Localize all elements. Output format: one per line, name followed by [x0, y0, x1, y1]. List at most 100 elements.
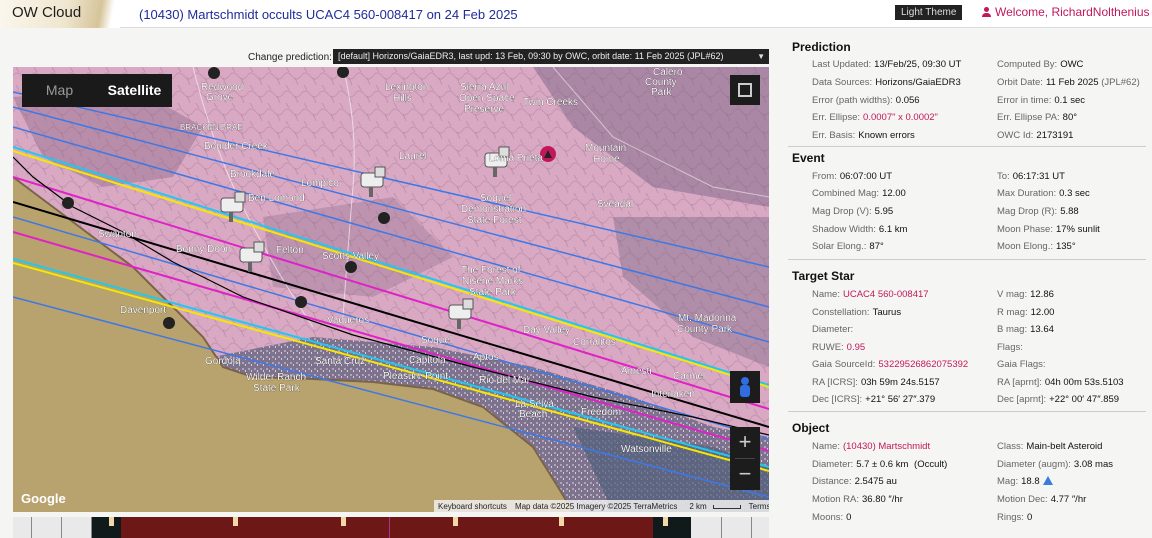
- google-logo[interactable]: Google: [21, 491, 66, 506]
- place-label-park: Park: [651, 87, 673, 98]
- map-type-control: Map Satellite: [22, 74, 172, 107]
- scale-bar[interactable]: 2 km: [681, 502, 744, 511]
- place-label-loma-prieta: Loma Prieta: [489, 153, 543, 164]
- place-label-wilder-ranch: Wilder Ranch: [246, 372, 306, 383]
- motion-ra-row: Motion RA: 36.80 ″/hr: [812, 494, 903, 505]
- map-type-satellite-button[interactable]: Satellite: [97, 74, 172, 107]
- fullscreen-icon: [738, 83, 745, 90]
- timeline-marker: [453, 517, 458, 526]
- max-duration-row: Max Duration: 0.3 sec: [997, 188, 1090, 199]
- ra-aprnt-row: RA [aprnt]: 04h 00m 53s.5103: [997, 377, 1124, 388]
- logo-area[interactable]: OW Cloud: [0, 0, 120, 28]
- page-title: (10430) Martschmidt occults UCAC4 560-00…: [139, 7, 518, 22]
- user-menu[interactable]: Welcome, RichardNolthenius⌄: [982, 5, 1152, 19]
- target-star-title: Target Star: [792, 269, 855, 283]
- star-name-link[interactable]: UCAC4 560-008417: [843, 289, 929, 300]
- place-label-aptos: Aptos: [473, 352, 499, 363]
- object-title: Object: [792, 421, 830, 435]
- last-updated-row: Last Updated: 13/Feb/25, 09:30 UT: [812, 59, 962, 70]
- light-theme-button[interactable]: Light Theme: [895, 5, 963, 20]
- place-label-freedom: Freedom: [581, 407, 621, 418]
- event-title: Event: [792, 151, 825, 165]
- details-panel: Prediction Last Updated: 13/Feb/25, 09:30…: [780, 30, 1152, 538]
- warning-icon[interactable]: [1042, 476, 1053, 485]
- place-label-carmel: Carmel: [673, 371, 705, 382]
- place-label-mt-madonna: Mt. Madonna: [678, 313, 737, 324]
- satellite-imagery: Redwood Grove Lexington Hills Sierra Azu…: [13, 67, 769, 512]
- place-label-scotts-valley: Scotts Valley: [322, 251, 379, 262]
- place-label-davenport: Davenport: [120, 305, 166, 316]
- computed-by-row: Computed By: OWC: [997, 59, 1084, 70]
- place-label-ben-lomond: Ben Lomond: [248, 193, 305, 204]
- zoom-in-button[interactable]: +: [730, 427, 760, 458]
- place-label-rio-del-mar: Rio del Mar: [479, 375, 531, 386]
- place-label-gordola: Gordola: [205, 356, 241, 367]
- gaia-source-link[interactable]: 53229526862075392: [878, 359, 968, 370]
- chevron-down-icon: ▼: [757, 52, 765, 61]
- star-name-row: Name: UCAC4 560-008417: [812, 289, 929, 300]
- event-timeline[interactable]: [13, 517, 769, 538]
- change-prediction-label: Change prediction:: [248, 52, 332, 63]
- dec-icrs-row: Dec [ICRS]: +21° 56′ 27″.379: [812, 394, 936, 405]
- err-ellipse-link[interactable]: 0.0007" x 0.0002": [863, 112, 938, 123]
- place-label-bonny-doon: Bonny Doon: [176, 244, 231, 255]
- ruwe-row: RUWE: 0.95: [812, 342, 866, 353]
- welcome-text: Welcome, RichardNolthenius: [995, 5, 1150, 19]
- class-row: Class: Main-belt Asteroid: [997, 441, 1103, 452]
- place-label-grove: Grove: [206, 92, 234, 103]
- moon-phase-row: Moon Phase: 17% sunlit: [997, 224, 1100, 235]
- place-label-preserve: Preserve: [464, 104, 504, 115]
- place-label-laurel: Laurel: [399, 151, 427, 162]
- data-sources-row: Data Sources: Horizons/GaiaEDR3: [812, 77, 961, 88]
- err-basis-row: Err. Basis: Known errors: [812, 130, 915, 141]
- ra-icrs-row: RA [ICRS]: 03h 59m 24s.5157: [812, 377, 940, 388]
- timeline-marker: [109, 517, 114, 526]
- place-label-capitola: Capitola: [409, 355, 446, 366]
- place-label-santa-cruz: Santa Cruz: [315, 356, 365, 367]
- diameter-augm-row: Diameter (augm): 3.08 mas: [997, 459, 1113, 470]
- scale-label: 2 km: [689, 501, 707, 511]
- map-type-map-button[interactable]: Map: [22, 74, 97, 107]
- place-label-state-park-1: State Park: [469, 287, 517, 298]
- place-label-corralitos: Corralitos: [573, 337, 616, 348]
- timeline-dark-start: [91, 517, 121, 538]
- zoom-control: + −: [730, 427, 760, 490]
- place-label-twin-creeks: Twin Creeks: [523, 97, 578, 108]
- b-mag-row: B mag: 13.64: [997, 324, 1054, 335]
- object-name-link[interactable]: (10430) Martschmidt: [843, 441, 930, 452]
- street-view-pegman[interactable]: [730, 371, 760, 403]
- error-time-row: Error in time: 0.1 sec: [997, 95, 1086, 106]
- place-label-day-valley: Day Valley: [523, 325, 570, 336]
- prediction-select[interactable]: [default] Horizons/GaiaEDR3, last upd: 1…: [333, 49, 769, 64]
- place-label-watsonville: Watsonville: [621, 444, 672, 455]
- place-label-interlaken: Interlaken: [651, 389, 695, 400]
- place-label-brookdale: Brookdale: [230, 169, 275, 180]
- zoom-out-button[interactable]: −: [730, 459, 760, 490]
- place-label-state-forest: State Forest: [467, 215, 522, 226]
- err-ellipse-pa-row: Err. Ellipse PA: 80°: [997, 112, 1078, 123]
- fullscreen-button[interactable]: [730, 75, 760, 105]
- map-view[interactable]: Redwood Grove Lexington Hills Sierra Azu…: [13, 67, 769, 512]
- place-label-vaqueros: Vaqueros: [327, 315, 369, 326]
- user-icon: [982, 7, 992, 17]
- place-label-home: Home: [593, 154, 620, 165]
- shadow-width-row: Shadow Width: 6.1 km: [812, 224, 908, 235]
- place-label-sierra-azul: Sierra Azul: [460, 82, 508, 93]
- v-mag-row: V mag: 12.86: [997, 289, 1054, 300]
- r-mag-row: R mag: 12.00: [997, 307, 1055, 318]
- star-diameter-row: Diameter:: [812, 324, 854, 335]
- motion-dec-row: Motion Dec: 4.77 ″/hr: [997, 494, 1087, 505]
- event-to-row: To: 06:17:31 UT: [997, 171, 1065, 182]
- gaia-flags-row: Gaia Flags:: [997, 359, 1046, 370]
- place-label-mountain: Mountain: [585, 143, 626, 154]
- app-logo[interactable]: OW Cloud: [12, 4, 81, 21]
- place-label-state-park-2: State Park: [253, 383, 301, 394]
- mag-drop-r-row: Mag Drop (R): 5.88: [997, 206, 1079, 217]
- flags-row: Flags:: [997, 342, 1023, 353]
- distance-row: Distance: 2.5475 au: [812, 476, 897, 487]
- gaia-source-row: Gaia SourceId: 53229526862075392: [812, 359, 969, 370]
- terms-link[interactable]: Terms: [745, 502, 769, 511]
- keyboard-shortcuts-link[interactable]: Keyboard shortcuts: [434, 502, 511, 511]
- rings-row: Rings: 0: [997, 512, 1033, 523]
- place-label-county-park: County Park: [677, 324, 733, 335]
